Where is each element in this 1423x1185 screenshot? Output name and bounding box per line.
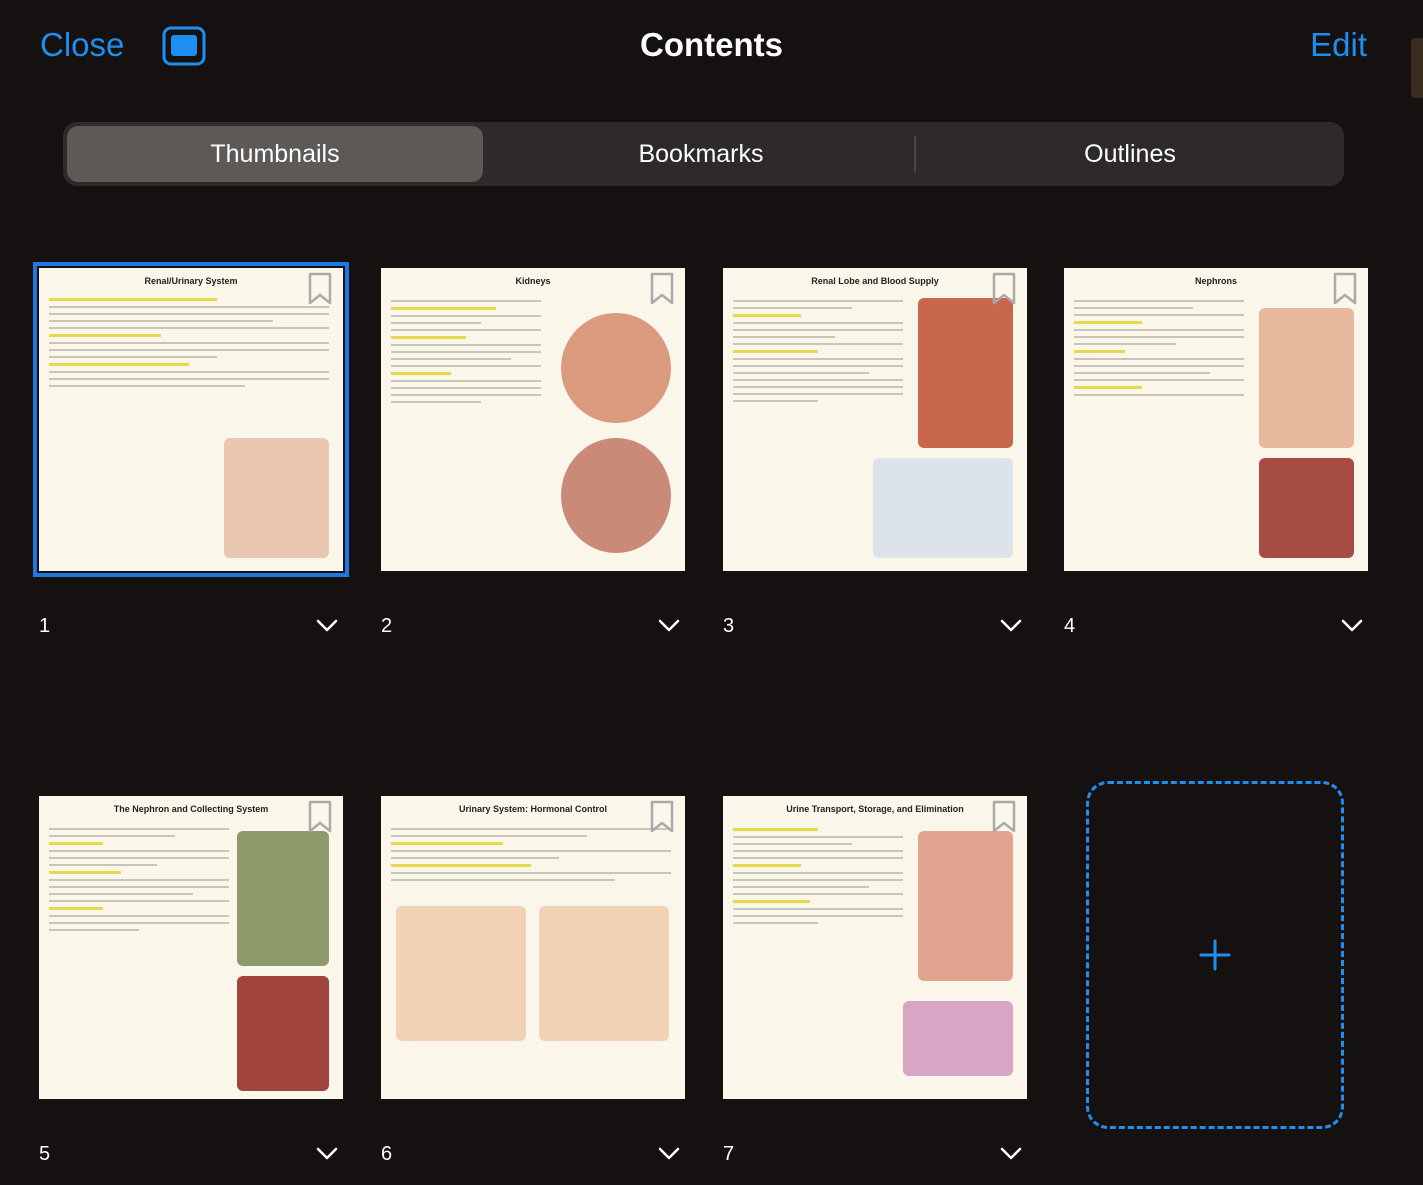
- page-thumbnail[interactable]: Nephrons: [1064, 268, 1368, 571]
- page-number: 5: [39, 1143, 51, 1165]
- bookmark-icon[interactable]: [1332, 272, 1358, 306]
- page-thumbnail[interactable]: Renal/Urinary System: [33, 262, 349, 577]
- thumbnail-title: Urinary System: Hormonal Control: [458, 804, 608, 814]
- urinary-tract-illustration: [918, 831, 1013, 981]
- bookmark-icon[interactable]: [991, 800, 1017, 834]
- page-number: 3: [723, 615, 735, 637]
- collecting-duct-diagram: [539, 906, 669, 1041]
- chevron-down-icon[interactable]: [1000, 1147, 1022, 1161]
- page-text: [733, 828, 903, 1078]
- thumbnail-title: Nephrons: [1194, 276, 1237, 286]
- page-thumbnail[interactable]: Urine Transport, Storage, and Eliminatio…: [723, 796, 1027, 1099]
- chevron-down-icon[interactable]: [658, 1147, 680, 1161]
- add-page-button[interactable]: [1086, 781, 1344, 1129]
- blood-supply-illustration: [873, 458, 1013, 558]
- thumbnail-title: Urine Transport, Storage, and Eliminatio…: [786, 804, 964, 814]
- page-number: 4: [1064, 615, 1076, 637]
- nephron-section-illustration: [1259, 458, 1354, 558]
- renal-lobe-illustration: [918, 298, 1013, 448]
- page-number: 1: [39, 615, 51, 637]
- edit-button[interactable]: Edit: [1310, 26, 1367, 64]
- page-thumbnail[interactable]: Kidneys: [381, 268, 685, 571]
- thumbnail-title: The Nephron and Collecting System: [113, 804, 269, 814]
- tab-thumbnails[interactable]: Thumbnails: [67, 126, 483, 182]
- chevron-down-icon[interactable]: [1341, 619, 1363, 633]
- page-text: [391, 828, 671, 918]
- bookmark-icon[interactable]: [307, 272, 333, 306]
- view-mode-segmented-control: Thumbnails Bookmarks Outlines: [63, 122, 1344, 186]
- page-thumbnail[interactable]: Urinary System: Hormonal Control: [381, 796, 685, 1099]
- page-thumbnail[interactable]: Renal Lobe and Blood Supply: [723, 268, 1027, 571]
- page-number: 2: [381, 615, 393, 637]
- bookmark-icon[interactable]: [991, 272, 1017, 306]
- thumbnail-title: Renal/Urinary System: [144, 276, 238, 286]
- chevron-down-icon[interactable]: [316, 1147, 338, 1161]
- page-text: [1074, 300, 1244, 550]
- page-illustration: [224, 438, 329, 558]
- page-thumbnail[interactable]: The Nephron and Collecting System: [39, 796, 343, 1099]
- nephron-illustration: [1259, 308, 1354, 448]
- kidney-illustration: [561, 438, 671, 553]
- tab-outlines[interactable]: Outlines: [918, 126, 1342, 182]
- page-text: [49, 828, 229, 1078]
- page-number: 7: [723, 1143, 735, 1165]
- page-text: [391, 300, 541, 550]
- bookmark-icon[interactable]: [649, 272, 675, 306]
- chevron-down-icon[interactable]: [316, 619, 338, 633]
- chevron-down-icon[interactable]: [658, 619, 680, 633]
- top-bar: Close Contents Edit: [0, 0, 1423, 95]
- collecting-duct-diagram: [396, 906, 526, 1041]
- collecting-duct-illustration: [237, 976, 329, 1091]
- tab-bookmarks[interactable]: Bookmarks: [489, 126, 913, 182]
- bookmark-icon[interactable]: [307, 800, 333, 834]
- page-number: 6: [381, 1143, 393, 1165]
- chevron-down-icon[interactable]: [1000, 619, 1022, 633]
- thumbnail-title: Renal Lobe and Blood Supply: [811, 276, 939, 286]
- plus-icon: [1198, 938, 1232, 972]
- nephron-illustration: [237, 831, 329, 966]
- bookmark-icon[interactable]: [649, 800, 675, 834]
- page-title: Contents: [640, 26, 783, 63]
- segment-divider: [914, 136, 916, 172]
- histology-illustration: [903, 1001, 1013, 1076]
- kidney-illustration: [561, 313, 671, 423]
- thumbnail-title: Kidneys: [515, 276, 551, 286]
- background-edge: [1411, 38, 1423, 98]
